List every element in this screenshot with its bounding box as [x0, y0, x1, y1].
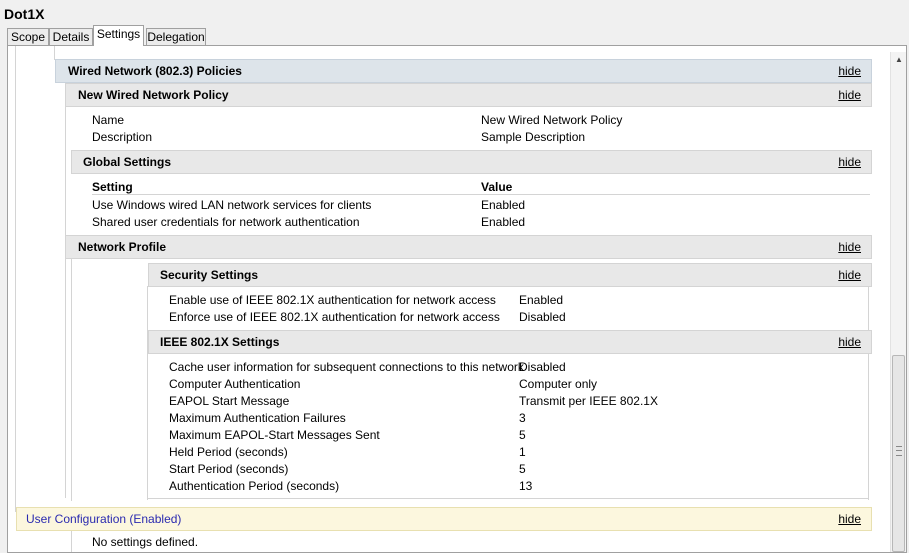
- ieee-setting-value: 3: [519, 411, 526, 425]
- ieee-setting-value: Transmit per IEEE 802.1X: [519, 394, 658, 408]
- settings-report-panel: Wired Network (802.3) Policies hide New …: [7, 45, 907, 553]
- policy-title: New Wired Network Policy: [78, 88, 229, 102]
- ieee-settings-header: IEEE 802.1X Settings hide: [148, 330, 872, 354]
- policy-description-label: Description: [92, 130, 153, 144]
- scrollbar-grip-icon: [896, 446, 902, 456]
- no-settings-message: No settings defined.: [92, 535, 199, 549]
- profile-inner-left-border: [147, 286, 148, 500]
- ieee-setting-value: 13: [519, 479, 533, 493]
- user-config-left-border: [71, 531, 72, 552]
- profile-inner-right-border: [868, 286, 869, 500]
- user-configuration-title: User Configuration (Enabled): [26, 512, 182, 526]
- user-configuration-header: User Configuration (Enabled) hide: [16, 507, 872, 531]
- ieee-setting-label: Held Period (seconds): [169, 445, 288, 459]
- hide-policy-link[interactable]: hide: [838, 88, 861, 102]
- ieee-setting-label: EAPOL Start Message: [169, 394, 290, 408]
- profile-bottom-border: [148, 498, 869, 499]
- global-settings-header: Global Settings hide: [71, 150, 872, 174]
- ieee-setting-value: Disabled: [519, 360, 566, 374]
- global-setting-label: Shared user credentials for network auth…: [92, 215, 360, 229]
- tab-delegation[interactable]: Delegation: [146, 28, 206, 45]
- hide-security-settings-link[interactable]: hide: [838, 268, 861, 282]
- global-setting-value: Enabled: [481, 215, 526, 229]
- security-settings-title: Security Settings: [160, 268, 259, 282]
- network-profile-title: Network Profile: [78, 240, 167, 254]
- ieee-setting-label: Start Period (seconds): [169, 462, 289, 476]
- global-setting-label: Use Windows wired LAN network services f…: [92, 198, 372, 212]
- hide-ieee-settings-link[interactable]: hide: [838, 335, 861, 349]
- ieee-setting-label: Cache user information for subsequent co…: [169, 360, 524, 374]
- window-title: Dot1X: [4, 6, 45, 22]
- policy-name-value: New Wired Network Policy: [481, 113, 623, 127]
- security-setting-label: Enable use of IEEE 802.1X authentication…: [169, 293, 496, 307]
- scroll-up-arrow-icon[interactable]: ▲: [891, 52, 906, 68]
- security-settings-header: Security Settings hide: [148, 263, 872, 287]
- network-profile-header: Network Profile hide: [65, 235, 872, 259]
- global-settings-divider: [92, 194, 870, 195]
- setting-column-header: Setting: [92, 180, 133, 194]
- hide-user-configuration-link[interactable]: hide: [838, 512, 861, 526]
- vertical-scrollbar[interactable]: ▲: [890, 52, 906, 552]
- security-setting-value: Enabled: [519, 293, 564, 307]
- outer-left-border: [15, 46, 16, 512]
- ieee-setting-label: Authentication Period (seconds): [169, 479, 340, 493]
- policy-left-border: [65, 83, 66, 498]
- hide-network-profile-link[interactable]: hide: [838, 240, 861, 254]
- hide-global-settings-link[interactable]: hide: [838, 155, 861, 169]
- security-setting-value: Disabled: [519, 310, 566, 324]
- wired-policies-title: Wired Network (802.3) Policies: [68, 64, 242, 78]
- ieee-setting-label: Maximum EAPOL-Start Messages Sent: [169, 428, 380, 442]
- ieee-setting-label: Computer Authentication: [169, 377, 301, 391]
- tab-details[interactable]: Details: [49, 28, 93, 45]
- ieee-settings-title: IEEE 802.1X Settings: [160, 335, 280, 349]
- ieee-setting-value: Computer only: [519, 377, 598, 391]
- global-setting-value: Enabled: [481, 198, 526, 212]
- ieee-setting-value: 5: [519, 428, 526, 442]
- policy-header: New Wired Network Policy hide: [65, 83, 872, 107]
- tab-settings[interactable]: Settings: [93, 25, 144, 46]
- section-left-border: [54, 46, 55, 60]
- ieee-setting-value: 1: [519, 445, 526, 459]
- ieee-setting-value: 5: [519, 462, 526, 476]
- security-setting-label: Enforce use of IEEE 802.1X authenticatio…: [169, 310, 500, 324]
- policy-name-label: Name: [92, 113, 125, 127]
- wired-policies-header: Wired Network (802.3) Policies hide: [55, 59, 872, 83]
- ieee-setting-label: Maximum Authentication Failures: [169, 411, 346, 425]
- profile-left-border: [71, 256, 72, 501]
- scrollbar-thumb[interactable]: [892, 355, 905, 552]
- policy-description-value: Sample Description: [481, 130, 586, 144]
- value-column-header: Value: [481, 180, 513, 194]
- tab-scope[interactable]: Scope: [7, 28, 49, 45]
- global-settings-title: Global Settings: [83, 155, 172, 169]
- hide-wired-policies-link[interactable]: hide: [838, 64, 861, 78]
